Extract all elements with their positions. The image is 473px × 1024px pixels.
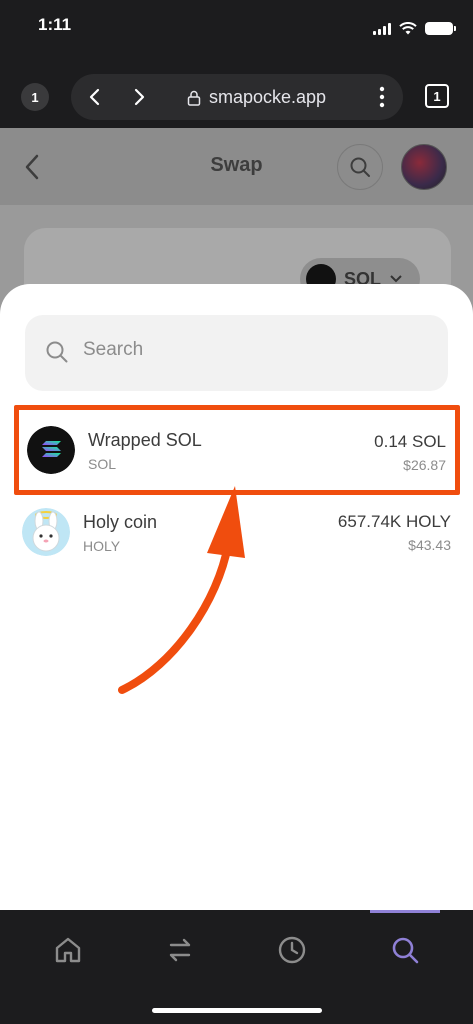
bottom-tab-bar (0, 910, 473, 1024)
token-select-sheet: Wrapped SOL SOL 0.14 SOL $26.87 Holy coi… (0, 284, 473, 910)
token-value: $43.43 (408, 537, 451, 553)
header-search-button[interactable] (337, 144, 383, 190)
token-balance: 657.74K HOLY (337, 512, 451, 531)
url-display[interactable]: smapocke.app (187, 87, 326, 108)
active-tab-indicator (370, 910, 440, 913)
swap-icon (169, 938, 191, 962)
wifi-icon (399, 22, 417, 35)
history-icon (278, 936, 306, 964)
home-indicator (152, 1008, 322, 1013)
more-options-icon[interactable] (379, 86, 385, 113)
browser-forward-icon[interactable] (127, 85, 151, 109)
url-text: smapocke.app (209, 87, 327, 107)
tab-home[interactable] (48, 930, 88, 970)
token-row-wrapped-sol[interactable]: Wrapped SOL SOL 0.14 SOL $26.87 (14, 405, 460, 495)
tab-count-badge[interactable]: 1 (21, 83, 49, 111)
token-symbol: HOLY (83, 538, 121, 554)
app-header: Swap (0, 128, 473, 205)
search-icon (350, 157, 370, 177)
tab-search[interactable] (385, 930, 425, 970)
tab-history[interactable] (272, 930, 312, 970)
lock-icon (187, 90, 201, 106)
browser-back-icon[interactable] (83, 85, 107, 109)
status-time: 1:11 (38, 15, 72, 34)
token-symbol: SOL (88, 456, 117, 472)
search-icon (392, 937, 419, 964)
solana-logo-icon (27, 426, 75, 474)
home-icon (55, 937, 81, 963)
url-bar[interactable]: smapocke.app (71, 74, 403, 120)
token-name: Holy coin (83, 512, 158, 532)
token-balance: 0.14 SOL (374, 432, 446, 451)
avatar[interactable] (401, 144, 447, 190)
status-icons (373, 22, 456, 35)
signal-icon (373, 22, 391, 35)
search-input[interactable] (83, 339, 423, 361)
browser-toolbar: 1 smapocke.app 1 (0, 56, 473, 128)
tabs-button[interactable]: 1 (425, 84, 449, 108)
token-row-holy-coin[interactable]: Holy coin HOLY 657.74K HOLY $43.43 (14, 496, 460, 576)
holy-coin-logo-icon (22, 508, 70, 556)
tab-swap[interactable] (160, 930, 200, 970)
token-value: $26.87 (403, 457, 446, 473)
chevron-down-icon (390, 275, 402, 283)
token-name: Wrapped SOL (88, 430, 202, 450)
battery-icon (425, 22, 456, 35)
search-icon (45, 340, 69, 369)
status-bar: 1:11 (0, 0, 473, 56)
search-box[interactable] (25, 315, 448, 391)
